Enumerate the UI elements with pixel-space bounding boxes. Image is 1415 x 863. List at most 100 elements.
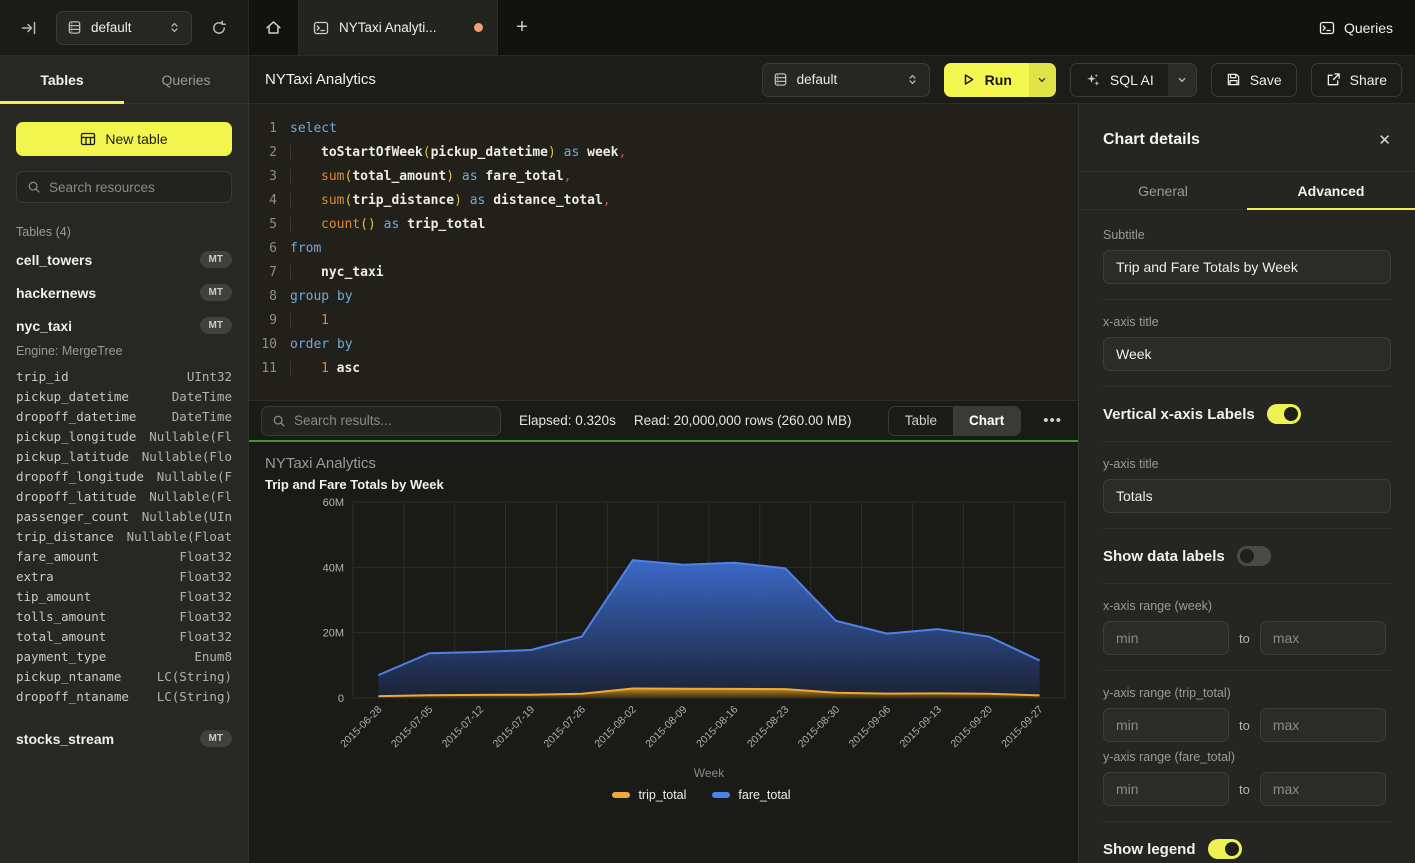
yaxis-range-trip-label: y-axis range (trip_total) bbox=[1103, 686, 1391, 700]
close-icon[interactable]: ✕ bbox=[1378, 131, 1391, 149]
sql-line: 111 asc bbox=[249, 356, 1078, 380]
run-options-button[interactable] bbox=[1029, 63, 1056, 97]
save-icon bbox=[1226, 72, 1241, 87]
table-engine-badge: MT bbox=[200, 251, 232, 268]
sidebar-tab-queries[interactable]: Queries bbox=[124, 56, 248, 103]
tab-strip: NYTaxi Analyti... + bbox=[249, 0, 1319, 55]
table-row[interactable]: nyc_taxiMT bbox=[16, 309, 232, 342]
new-tab-button[interactable]: + bbox=[498, 0, 546, 55]
tab-nytaxi-analytics[interactable]: NYTaxi Analyti... bbox=[298, 0, 498, 55]
yaxis-title-input[interactable] bbox=[1103, 479, 1391, 513]
chart-title: NYTaxi Analytics bbox=[265, 455, 1078, 472]
range-to-label: to bbox=[1239, 631, 1250, 646]
sql-ai-label: SQL AI bbox=[1110, 72, 1154, 88]
show-legend-label: Show legend bbox=[1103, 841, 1196, 858]
chart-details-tabs: General Advanced bbox=[1079, 172, 1415, 210]
legend-swatch bbox=[612, 792, 630, 798]
sql-line: 91 bbox=[249, 308, 1078, 332]
database-icon bbox=[67, 20, 82, 35]
more-options-button[interactable]: ••• bbox=[1039, 412, 1066, 429]
share-button[interactable]: Share bbox=[1311, 63, 1402, 97]
tab-general[interactable]: General bbox=[1079, 172, 1247, 209]
legend-swatch bbox=[712, 792, 730, 798]
legend-label: fare_total bbox=[738, 788, 790, 802]
query-toolbar: NYTaxi Analytics default Run bbox=[249, 56, 1415, 104]
run-button[interactable]: Run bbox=[944, 63, 1029, 97]
refresh-icon[interactable] bbox=[204, 13, 234, 43]
chart-panel: NYTaxi Analytics Trip and Fare Totals by… bbox=[249, 442, 1078, 863]
sidebar-search-input[interactable] bbox=[49, 180, 221, 195]
yaxis-range-trip-max-input[interactable] bbox=[1260, 708, 1386, 742]
chart[interactable]: 020M40M60M2015-06-282015-07-052015-07-12… bbox=[265, 496, 1078, 786]
table-name: stocks_stream bbox=[16, 731, 114, 747]
sql-editor[interactable]: 1select2toStartOfWeek(pickup_datetime) a… bbox=[249, 104, 1078, 400]
column-row: trip_distanceNullable(Float bbox=[16, 526, 232, 546]
line-number: 9 bbox=[249, 313, 277, 328]
home-button[interactable] bbox=[249, 0, 298, 55]
sql-ai-options-button[interactable] bbox=[1168, 64, 1196, 96]
table-engine-badge: MT bbox=[200, 284, 232, 301]
xaxis-range-max-input[interactable] bbox=[1260, 621, 1386, 655]
svg-text:2015-07-05: 2015-07-05 bbox=[389, 704, 436, 751]
view-toggle: Table Chart bbox=[888, 406, 1022, 436]
svg-text:2015-07-19: 2015-07-19 bbox=[491, 704, 538, 751]
read-stat: Read: 20,000,000 rows (260.00 MB) bbox=[634, 413, 852, 428]
view-chart-button[interactable]: Chart bbox=[953, 407, 1020, 435]
table-engine-badge: MT bbox=[200, 730, 232, 747]
sidebar: Tables Queries New table Tables (4) cell… bbox=[0, 56, 249, 863]
table-row[interactable]: hackernewsMT bbox=[16, 276, 232, 309]
legend-item[interactable]: trip_total bbox=[612, 788, 686, 802]
svg-text:2015-09-20: 2015-09-20 bbox=[948, 704, 995, 751]
svg-text:2015-09-06: 2015-09-06 bbox=[847, 704, 894, 751]
sql-ai-button-group: SQL AI bbox=[1070, 63, 1197, 97]
chart-details-title: Chart details bbox=[1103, 131, 1200, 149]
toolbar-database-selector[interactable]: default bbox=[762, 63, 930, 97]
column-row: payment_typeEnum8 bbox=[16, 646, 232, 666]
new-table-button[interactable]: New table bbox=[16, 122, 232, 156]
xaxis-title-input[interactable] bbox=[1103, 337, 1391, 371]
main: NYTaxi Analytics default Run bbox=[249, 56, 1415, 863]
sql-line: 3sum(total_amount) as fare_total, bbox=[249, 164, 1078, 188]
line-number: 1 bbox=[249, 121, 277, 136]
xaxis-title-label: x-axis title bbox=[1103, 315, 1391, 329]
collapse-sidebar-icon[interactable] bbox=[14, 13, 44, 43]
tables-section-label: Tables (4) bbox=[0, 203, 248, 239]
view-table-button[interactable]: Table bbox=[889, 407, 953, 435]
svg-text:2015-07-12: 2015-07-12 bbox=[440, 704, 487, 751]
sidebar-tab-tables[interactable]: Tables bbox=[0, 56, 124, 103]
sql-ai-button[interactable]: SQL AI bbox=[1071, 64, 1168, 96]
queries-link[interactable]: Queries bbox=[1319, 20, 1393, 36]
yaxis-range-fare-min-input[interactable] bbox=[1103, 772, 1229, 806]
subtitle-input[interactable] bbox=[1103, 250, 1391, 284]
xaxis-range-min-input[interactable] bbox=[1103, 621, 1229, 655]
database-selector[interactable]: default bbox=[56, 11, 192, 45]
column-row: passenger_countNullable(UIn bbox=[16, 506, 232, 526]
legend-item[interactable]: fare_total bbox=[712, 788, 790, 802]
range-to-label: to bbox=[1239, 782, 1250, 797]
table-name: cell_towers bbox=[16, 252, 92, 268]
yaxis-range-trip-min-input[interactable] bbox=[1103, 708, 1229, 742]
show-legend-toggle[interactable] bbox=[1208, 839, 1242, 859]
vertical-xaxis-labels-toggle[interactable] bbox=[1267, 404, 1301, 424]
chevron-updown-icon bbox=[168, 21, 181, 34]
svg-text:2015-08-30: 2015-08-30 bbox=[796, 704, 843, 751]
table-row[interactable]: stocks_stream MT bbox=[16, 722, 232, 755]
tab-title: NYTaxi Analyti... bbox=[339, 20, 464, 35]
sql-line: 8group by bbox=[249, 284, 1078, 308]
line-number: 7 bbox=[249, 265, 277, 280]
show-data-labels-toggle[interactable] bbox=[1237, 546, 1271, 566]
sidebar-tabs: Tables Queries bbox=[0, 56, 248, 104]
results-search-input[interactable] bbox=[294, 413, 490, 428]
sidebar-search bbox=[16, 171, 232, 203]
tables-list: cell_towersMThackernewsMTnyc_taxiMTEngin… bbox=[0, 239, 248, 755]
table-row[interactable]: cell_towers MT bbox=[16, 243, 232, 276]
line-number: 3 bbox=[249, 169, 277, 184]
svg-text:2015-06-28: 2015-06-28 bbox=[338, 704, 385, 751]
database-icon bbox=[773, 72, 788, 87]
line-number: 2 bbox=[249, 145, 277, 160]
vertical-xaxis-labels-label: Vertical x-axis Labels bbox=[1103, 406, 1255, 423]
column-row: dropoff_ntanameLC(String) bbox=[16, 686, 232, 706]
save-button[interactable]: Save bbox=[1211, 63, 1297, 97]
tab-advanced[interactable]: Advanced bbox=[1247, 172, 1415, 209]
yaxis-range-fare-max-input[interactable] bbox=[1260, 772, 1386, 806]
